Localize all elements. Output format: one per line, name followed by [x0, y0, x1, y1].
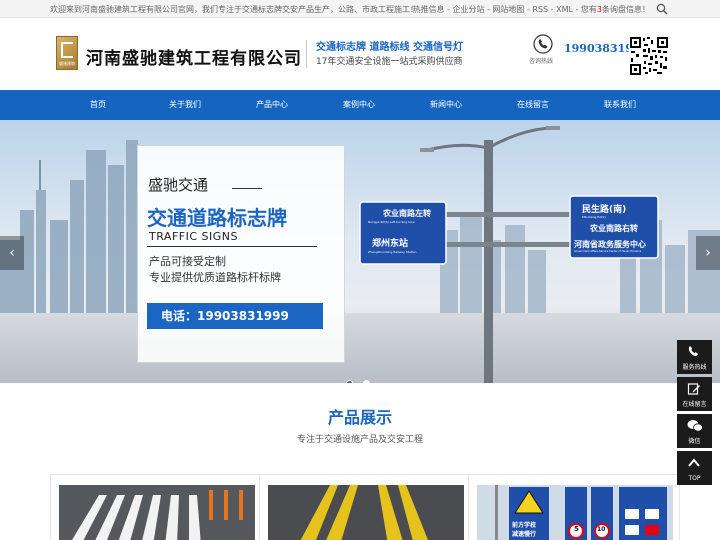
- banner-brand: 盛驰交通: [148, 176, 209, 194]
- search-icon[interactable]: [656, 3, 668, 15]
- phone-icon: [688, 346, 698, 357]
- banner-card-divider: [147, 246, 317, 247]
- nav-item-message[interactable]: 在线留言: [498, 90, 568, 120]
- nav-item-home[interactable]: 首页: [63, 90, 133, 120]
- banner-headline: 交通道路标志牌: [147, 206, 287, 230]
- header-divider: [306, 40, 307, 68]
- nav-item-cases[interactable]: 案例中心: [324, 90, 394, 120]
- sign-right-top-en: Minsheng Rd(S): [582, 215, 606, 219]
- product-sign-school: 前方学校: [512, 522, 537, 529]
- banner-line2: 专业提供优质道路标杆标牌: [149, 271, 281, 284]
- company-logo[interactable]: 盛驰建筑: [56, 36, 78, 70]
- nav-item-news[interactable]: 新闻中心: [411, 90, 481, 120]
- float-wechat-label: 微信: [688, 438, 701, 445]
- banner-dot-1[interactable]: [346, 380, 353, 383]
- float-message-label: 在线留言: [682, 401, 707, 408]
- chevron-up-icon: [688, 458, 700, 467]
- qr-code: [629, 36, 669, 76]
- product-card-1[interactable]: [50, 474, 262, 540]
- phone-icon: [533, 34, 553, 54]
- product-sign-slow: 减速慢行: [512, 531, 537, 538]
- float-message-button[interactable]: 在线留言: [677, 377, 712, 411]
- header-slogan-sub: 17年交通安全设施一站式采购供应商: [316, 57, 463, 67]
- nav-item-about[interactable]: 关于我们: [150, 90, 220, 120]
- nav-item-products[interactable]: 产品中心: [237, 90, 307, 120]
- sign-right-mid: 农业南路右转: [590, 224, 638, 233]
- float-top-button[interactable]: TOP: [677, 451, 712, 485]
- nav-item-contact[interactable]: 联系我们: [585, 90, 655, 120]
- banner-brand-line: [232, 188, 262, 189]
- products-title: 产品展示: [327, 408, 392, 427]
- products-subtitle: 专注于交通设施产品及交安工程: [296, 435, 423, 445]
- banner-line1: 产品可接受定制: [149, 255, 226, 268]
- product-image-school-signs[interactable]: 前方学校 减速慢行 5 10: [477, 485, 673, 540]
- sign-left-top-en: Nongye Rd(S) Left-turning lane: [368, 220, 415, 224]
- edit-icon: [687, 383, 700, 395]
- top-links[interactable]: 热推信息 - 企业分站 - 网站地图 - RSS - XML - 您有3条询盘信…: [412, 4, 650, 15]
- product-card-2[interactable]: [259, 474, 471, 540]
- sign-right-top: 民生路(南): [582, 205, 627, 215]
- header-slogan-main: 交通标志牌 道路标线 交通信号灯: [316, 42, 463, 53]
- sign-left-bottom-en: Zhengzhoudong Railway Station: [368, 250, 417, 254]
- banner-dot-2[interactable]: [363, 380, 370, 383]
- product-image-lane-markings[interactable]: [268, 485, 464, 540]
- sign-right-bottom: 河南省政务服务中心: [574, 240, 646, 249]
- product-sign-speed-10: 10: [597, 526, 606, 533]
- wechat-icon: [687, 420, 703, 432]
- banner-tel: 电话：19903831999: [147, 303, 323, 329]
- product-sign-speed-5: 5: [574, 525, 579, 533]
- banner-english: TRAFFIC SIGNS: [149, 230, 238, 243]
- hero-banner: 农业南路左转 Nongye Rd(S) Left-turning lane 郑州…: [0, 120, 720, 383]
- welcome-text: 欢迎来到河南盛驰建筑工程有限公司官网，我们专注于交通标志牌交安产品生产，公路、市…: [50, 5, 418, 14]
- company-name: 河南盛驰建筑工程有限公司: [86, 49, 302, 69]
- phone-caption: 咨询热线: [529, 58, 554, 65]
- sign-left-top: 农业南路左转: [383, 209, 431, 218]
- main-nav: 首页 关于我们 产品中心 案例中心 新闻中心 在线留言 联系我们: [0, 90, 720, 120]
- banner-next-button[interactable]: ›: [696, 236, 720, 270]
- banner-prev-button[interactable]: ‹: [0, 236, 24, 270]
- top-bar: 欢迎来到河南盛驰建筑工程有限公司官网，我们专注于交通标志牌交安产品生产，公路、市…: [0, 0, 720, 18]
- product-card-3[interactable]: 前方学校 减速慢行 5 10: [468, 474, 680, 540]
- float-hotline-label: 服务热线: [682, 364, 707, 371]
- banner-dots: [346, 372, 380, 383]
- site-header: 盛驰建筑 河南盛驰建筑工程有限公司 交通标志牌 道路标线 交通信号灯 17年交通…: [0, 18, 720, 90]
- sign-left-bottom: 郑州东站: [372, 239, 409, 249]
- sign-right-bottom-en: Government Affairs Service Center of Hen…: [574, 250, 642, 253]
- product-image-crosswalk[interactable]: [59, 485, 255, 540]
- float-top-label: TOP: [688, 475, 701, 482]
- float-hotline-button[interactable]: 服务热线: [677, 340, 712, 374]
- float-wechat-button[interactable]: 微信: [677, 414, 712, 448]
